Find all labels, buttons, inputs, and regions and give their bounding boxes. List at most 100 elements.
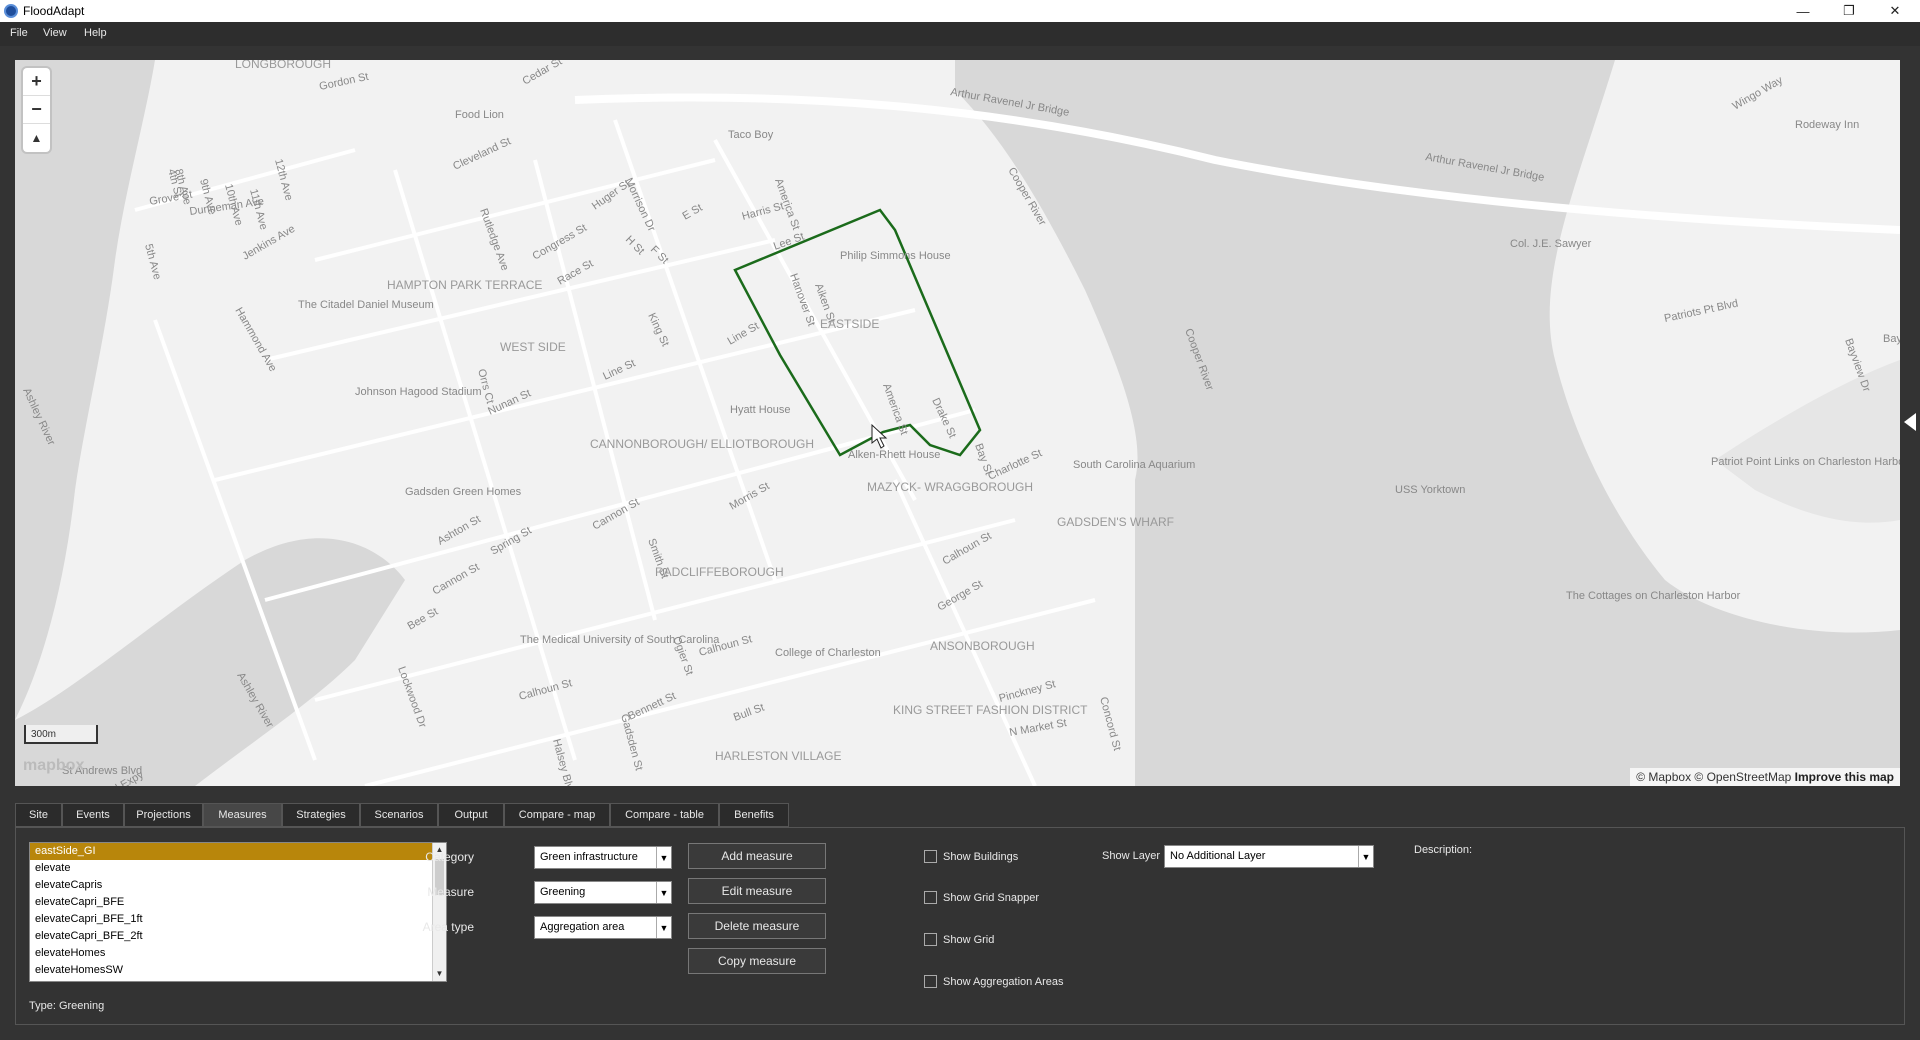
cooper-river-water [955, 60, 1900, 786]
show-grid-snapper-label: Show Grid Snapper [943, 891, 1039, 904]
list-item[interactable]: elevateCapri_BFE_2ft [30, 928, 446, 945]
measure-label: Measure [427, 885, 474, 899]
delete-measure-button[interactable]: Delete measure [688, 913, 826, 939]
map-label: Cleveland St [451, 135, 513, 172]
map-label: Alken-Rhett House [848, 449, 940, 461]
compass-north-icon[interactable]: ▲ [23, 124, 50, 152]
category-select[interactable]: Green infrastructure ▼ [534, 846, 672, 869]
show-grid-checkbox[interactable]: Show Grid [924, 933, 994, 946]
tab-compare-map[interactable]: Compare - map [504, 803, 610, 827]
measures-list[interactable]: eastSide_GI elevate elevateCapris elevat… [29, 842, 447, 982]
list-item[interactable]: elevate [30, 860, 446, 877]
checkbox-box[interactable] [924, 850, 937, 863]
panel-collapse-arrow-icon[interactable] [1904, 413, 1916, 431]
tab-compare-table[interactable]: Compare - table [610, 803, 719, 827]
checkbox-box[interactable] [924, 891, 937, 904]
menu-bar: File View Help [0, 22, 1920, 46]
map-label: Jenkins Ave [241, 223, 298, 263]
map-label: College of Charleston [775, 647, 881, 659]
menu-file[interactable]: File [10, 27, 28, 39]
map-label: LONGBOROUGH [235, 60, 331, 71]
zoom-in-button[interactable]: + [23, 68, 50, 96]
edit-measure-button[interactable]: Edit measure [688, 878, 826, 904]
copy-measure-button[interactable]: Copy measure [688, 948, 826, 974]
mapbox-logo: mapbox [23, 757, 85, 774]
map-label: GADSDEN'S WHARF [1057, 515, 1174, 529]
show-grid-snapper-checkbox[interactable]: Show Grid Snapper [924, 891, 1039, 904]
measure-type-label: Type: Greening [29, 1000, 105, 1012]
map-label: King St [645, 311, 671, 348]
ashley-river-south-water [15, 538, 405, 786]
map-canvas[interactable]: LONGBOROUGHGordon St Cedar StMorrison DrA… [15, 60, 1900, 786]
map-label: Col. J.E. Sawyer [1510, 238, 1592, 250]
checkbox-box[interactable] [924, 975, 937, 988]
map-label: N Market St [1008, 717, 1067, 739]
map-label: HARLESTON VILLAGE [715, 749, 842, 763]
map-label: HAMPTON PARK TERRACE [387, 278, 542, 292]
list-item[interactable]: elevateCapris [30, 877, 446, 894]
tab-benefits[interactable]: Benefits [719, 803, 789, 827]
area-type-select[interactable]: Aggregation area ▼ [534, 916, 672, 939]
map-label: F St [648, 244, 671, 267]
show-aggregation-areas-checkbox[interactable]: Show Aggregation Areas [924, 975, 1063, 988]
map-attribution: © Mapbox © OpenStreetMap Improve this ma… [1630, 768, 1900, 786]
add-measure-button[interactable]: Add measure [688, 843, 826, 869]
close-button[interactable]: ✕ [1872, 0, 1918, 22]
menu-view[interactable]: View [43, 27, 67, 39]
zoom-out-button[interactable]: − [23, 96, 50, 124]
map-label: Taco Boy [728, 129, 774, 141]
app-logo-icon [4, 4, 18, 18]
map-label: RADCLIFFEBOROUGH [655, 565, 784, 579]
chevron-down-icon[interactable]: ▼ [656, 917, 671, 938]
map-label: Wingo Way [1731, 74, 1786, 113]
window-title: FloodAdapt [23, 4, 85, 18]
show-aggregation-areas-label: Show Aggregation Areas [943, 975, 1064, 988]
measure-value: Greening [540, 886, 586, 898]
map-label: Concord St [1097, 696, 1123, 752]
chevron-down-icon[interactable]: ▼ [656, 847, 671, 868]
list-item[interactable]: elevateCapri_BFE [30, 894, 446, 911]
improve-map-link[interactable]: Improve this map [1795, 770, 1894, 784]
tab-measures[interactable]: Measures [203, 803, 282, 827]
map-label: Cannon St [591, 496, 642, 532]
minimize-button[interactable]: — [1780, 0, 1826, 22]
map-label: KING STREET FASHION DISTRICT [893, 703, 1088, 717]
list-item[interactable]: elevateHomes [30, 945, 446, 962]
tab-site[interactable]: Site [15, 803, 62, 827]
map-label: CANNONBOROUGH/ ELLIOTBOROUGH [590, 437, 814, 451]
tab-events[interactable]: Events [62, 803, 124, 827]
category-value: Green infrastructure [540, 851, 638, 863]
measure-select[interactable]: Greening ▼ [534, 881, 672, 904]
map-label: Gadsden Green Homes [405, 486, 522, 498]
map-label: WEST SIDE [500, 340, 566, 354]
tab-scenarios[interactable]: Scenarios [360, 803, 438, 827]
chevron-down-icon[interactable]: ▼ [656, 882, 671, 903]
ashley-river-water [15, 60, 155, 720]
chevron-down-icon[interactable]: ▼ [1358, 846, 1373, 867]
map-label: Patriots Pt Blvd [1663, 298, 1739, 325]
tab-projections[interactable]: Projections [124, 803, 203, 827]
map-label: EASTSIDE [820, 317, 879, 331]
title-bar: FloodAdapt — ❐ ✕ [0, 0, 1920, 22]
map-label: The Medical University of South Carolina [520, 634, 720, 646]
list-item[interactable]: elevateHomesSW [30, 962, 446, 979]
show-buildings-checkbox[interactable]: Show Buildings [924, 850, 1018, 863]
map-label: Bee St [406, 606, 441, 633]
map-label: South Carolina Aquarium [1073, 459, 1195, 471]
maximize-button[interactable]: ❐ [1826, 0, 1872, 22]
map-label: Rodeway Inn [1795, 119, 1859, 131]
patriots-point-land [1715, 360, 1900, 523]
description-label: Description: [1414, 844, 1473, 856]
list-item[interactable]: elevateCapri_BFE_1ft [30, 911, 446, 928]
list-item[interactable]: eastSide_GI [30, 843, 446, 860]
show-layer-value: No Additional Layer [1170, 850, 1266, 862]
map-view[interactable]: LONGBOROUGH Gordon St Cedar St Morrison Dr A… [15, 60, 1900, 786]
map-label: Drake St [929, 396, 958, 440]
scroll-down-icon[interactable]: ▼ [433, 967, 446, 981]
tab-strategies[interactable]: Strategies [282, 803, 360, 827]
tab-output[interactable]: Output [438, 803, 504, 827]
checkbox-box[interactable] [924, 933, 937, 946]
show-layer-select[interactable]: No Additional Layer ▼ [1164, 845, 1374, 868]
map-label: Halsey Blvd [550, 738, 577, 786]
menu-help[interactable]: Help [84, 27, 107, 39]
